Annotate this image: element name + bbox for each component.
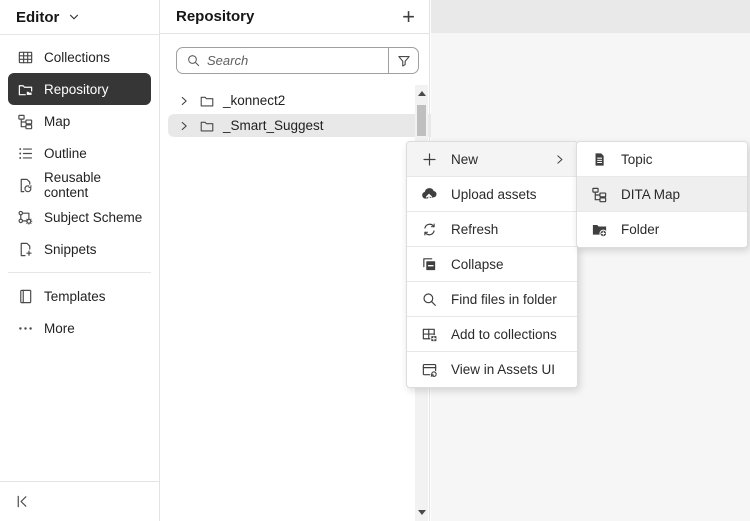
chevron-right-icon[interactable] (177, 119, 191, 133)
submenu-chevron-icon (553, 153, 566, 166)
sidebar-item-templates[interactable]: Templates (8, 280, 151, 312)
editor-title: Editor (16, 9, 59, 26)
sidebar-item-snippets[interactable]: Snippets (8, 233, 151, 265)
sidebar-item-label: Subject Scheme (44, 210, 142, 225)
menu-item-label: Refresh (451, 222, 498, 237)
menu-item-label: Collapse (451, 257, 504, 272)
menu-item-label: New (451, 152, 478, 167)
sidebar-item-repository[interactable]: Repository (8, 73, 151, 105)
submenu-item-folder[interactable]: Folder (577, 212, 747, 247)
upload-cloud-icon (420, 185, 438, 203)
submenu-item-label: DITA Map (621, 187, 680, 202)
sidebar-item-collections[interactable]: Collections (8, 41, 151, 73)
sidebar-item-reusable-content[interactable]: Reusable content (8, 169, 151, 201)
submenu-item-topic[interactable]: Topic (577, 142, 747, 177)
menu-item-label: Find files in folder (451, 292, 557, 307)
sidebar: Editor Collections Repository (0, 0, 160, 521)
folder-icon (199, 118, 215, 134)
funnel-icon (396, 53, 412, 69)
menu-item-find-files[interactable]: Find files in folder (407, 282, 577, 317)
sidebar-item-label: Outline (44, 146, 87, 161)
collections-icon (16, 48, 34, 66)
menu-item-label: Add to collections (451, 327, 557, 342)
repository-panel: Repository + _konnect2 (160, 0, 430, 521)
view-assets-icon (420, 361, 438, 379)
scroll-down-arrow[interactable] (418, 510, 426, 515)
sidebar-item-label: More (44, 321, 75, 336)
sidebar-item-label: Map (44, 114, 70, 129)
menu-item-collapse[interactable]: Collapse (407, 247, 577, 282)
add-to-collections-icon (420, 325, 438, 343)
menu-item-label: Upload assets (451, 187, 537, 202)
menu-item-label: View in Assets UI (451, 362, 555, 377)
snippets-icon (16, 240, 34, 258)
submenu-item-label: Folder (621, 222, 659, 237)
topic-document-icon (590, 150, 608, 168)
outline-icon (16, 144, 34, 162)
sidebar-divider (8, 272, 151, 273)
sidebar-item-outline[interactable]: Outline (8, 137, 151, 169)
folder-context-menu: New Upload assets Refresh Collapse (406, 141, 578, 388)
plus-icon (420, 150, 438, 168)
sidebar-item-label: Collections (44, 50, 110, 65)
editor-app: Editor Collections Repository (0, 0, 750, 521)
dita-map-icon (590, 185, 608, 203)
menu-item-refresh[interactable]: Refresh (407, 212, 577, 247)
canvas-toolbar-strip (431, 0, 750, 33)
sidebar-item-subject-scheme[interactable]: Subject Scheme (8, 201, 151, 233)
panel-title: Repository (176, 8, 402, 25)
menu-item-upload-assets[interactable]: Upload assets (407, 177, 577, 212)
repository-icon (16, 80, 34, 98)
reusable-content-icon (16, 176, 34, 194)
search-icon (420, 290, 438, 308)
collapse-icon (420, 255, 438, 273)
tree-item-label: _konnect2 (223, 93, 285, 108)
chevron-down-icon (67, 10, 81, 24)
folder-add-icon (590, 221, 608, 239)
scroll-up-arrow[interactable] (418, 91, 426, 96)
sidebar-item-label: Templates (44, 289, 106, 304)
sidebar-footer (0, 481, 159, 521)
new-submenu: Topic DITA Map Folder (576, 141, 748, 248)
more-icon (16, 319, 34, 337)
submenu-item-dita-map[interactable]: DITA Map (577, 177, 747, 212)
chevron-right-icon[interactable] (177, 94, 191, 108)
repository-panel-header: Repository + (160, 0, 429, 34)
sidebar-nav: Collections Repository Map Outline (0, 35, 159, 344)
menu-item-add-to-collections[interactable]: Add to collections (407, 317, 577, 352)
menu-item-new[interactable]: New (407, 142, 577, 177)
templates-icon (16, 287, 34, 305)
editor-mode-switcher[interactable]: Editor (0, 0, 159, 35)
sidebar-item-label: Snippets (44, 242, 97, 257)
add-new-button[interactable]: + (402, 7, 415, 27)
search-icon (186, 53, 201, 68)
refresh-icon (420, 220, 438, 238)
sidebar-item-more[interactable]: More (8, 312, 151, 344)
sidebar-item-label: Repository (44, 82, 109, 97)
folder-icon (199, 93, 215, 109)
scrollbar-thumb[interactable] (417, 105, 426, 136)
tree-item-label: _Smart_Suggest (223, 118, 324, 133)
menu-item-view-in-assets-ui[interactable]: View in Assets UI (407, 352, 577, 387)
map-icon (16, 112, 34, 130)
subject-scheme-icon (16, 208, 34, 226)
sidebar-item-label: Reusable content (44, 170, 143, 200)
collapse-sidebar-button[interactable] (14, 493, 31, 510)
sidebar-item-map[interactable]: Map (8, 105, 151, 137)
filter-button[interactable] (388, 48, 418, 73)
search-input[interactable] (207, 53, 388, 68)
submenu-item-label: Topic (621, 152, 653, 167)
search-bar (176, 47, 419, 74)
